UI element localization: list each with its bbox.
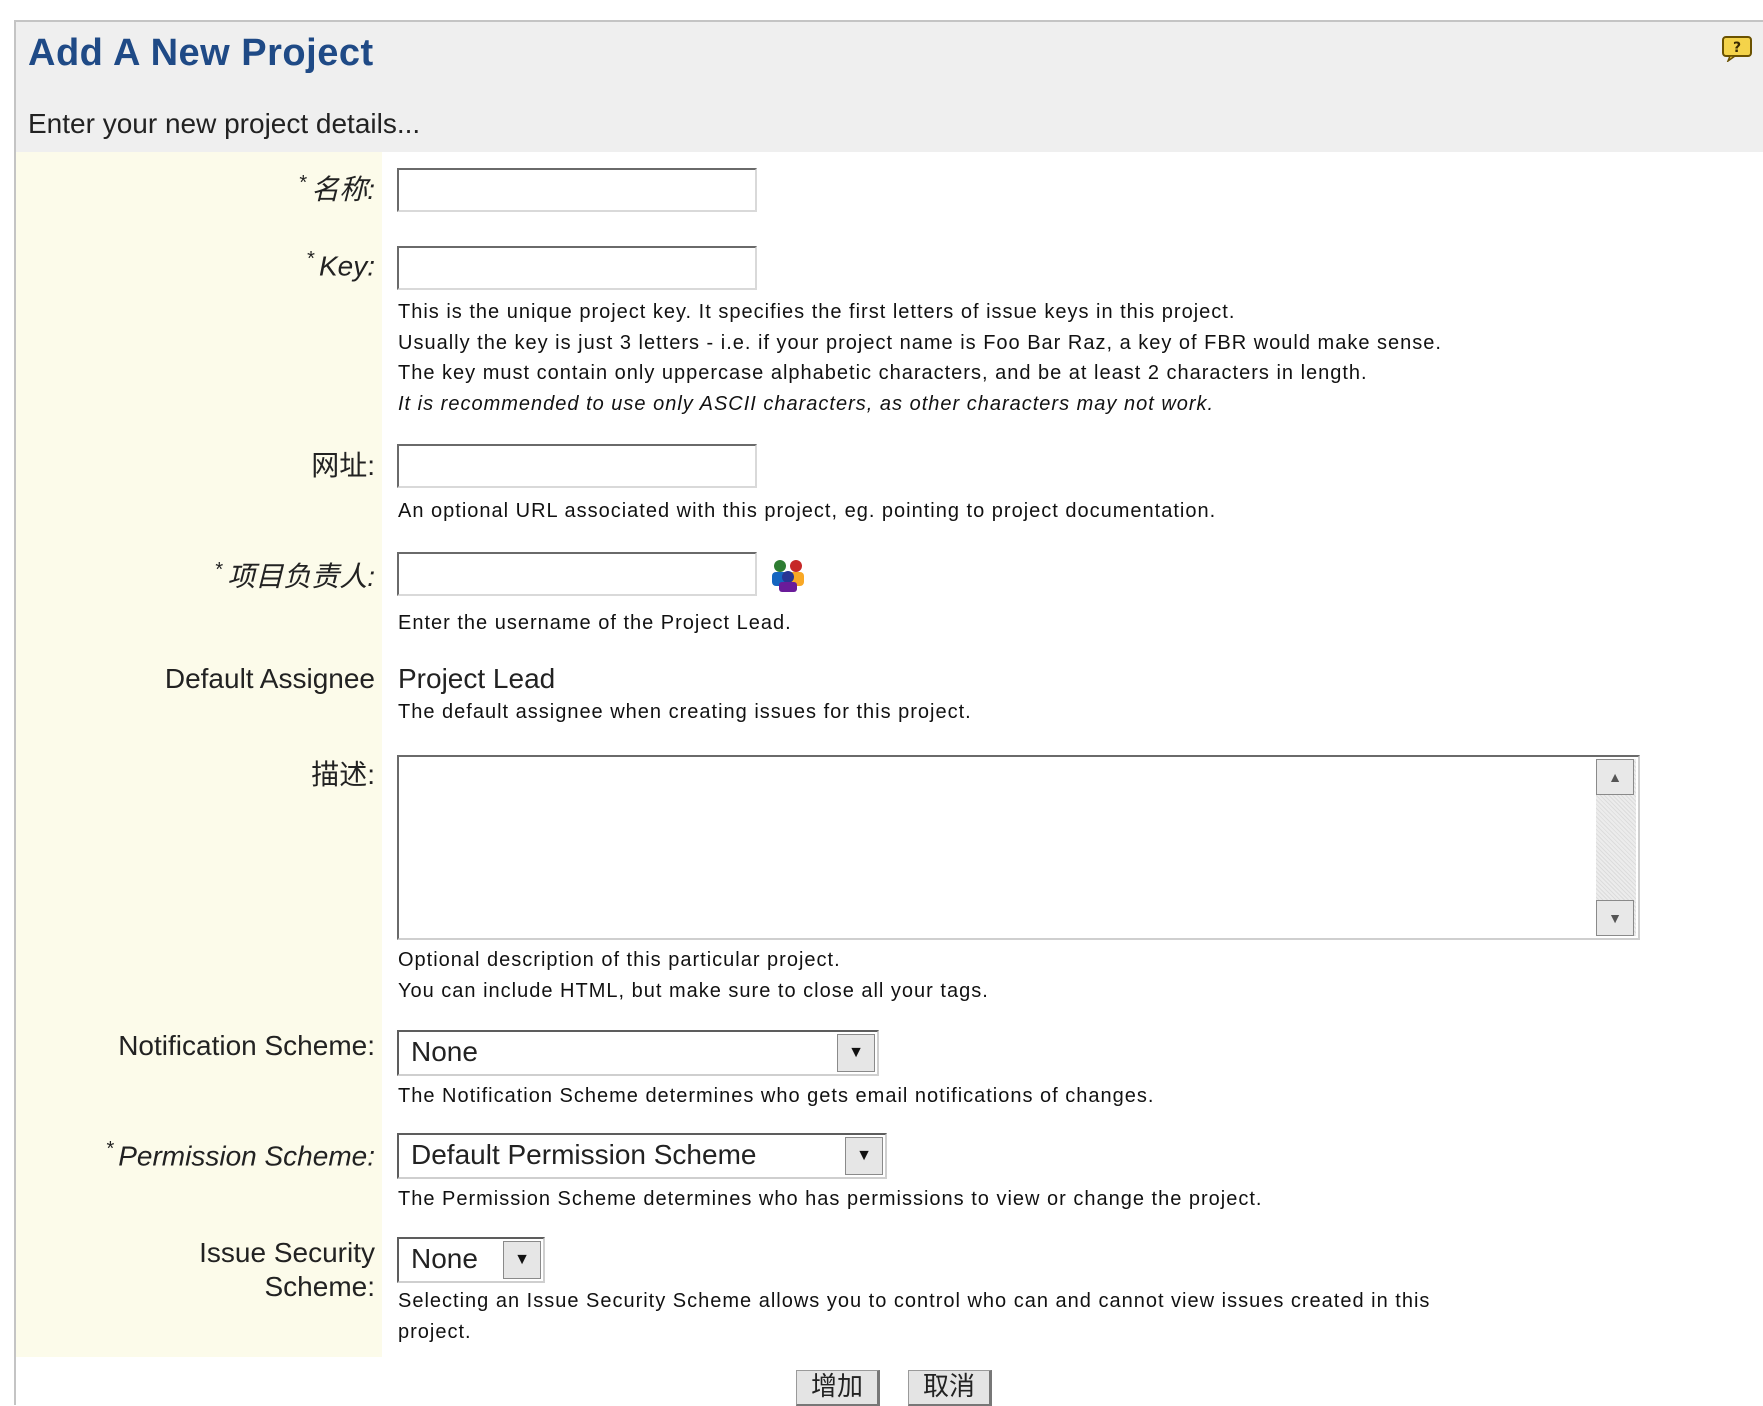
scroll-down-icon[interactable]: ▼ [1596,900,1634,936]
cancel-button[interactable]: 取消 [908,1370,993,1406]
notification-select[interactable]: None ▼ [397,1030,879,1076]
permission-select[interactable]: Default Permission Scheme ▼ [397,1133,887,1179]
page-subtitle: Enter your new project details... [28,108,421,139]
help-icon[interactable]: ? [1722,36,1752,62]
permission-hint: The Permission Scheme determines who has… [398,1188,1263,1210]
key-hint-2: Usually the key is just 3 letters - i.e.… [398,332,1442,354]
key-label: * Key: [307,248,375,282]
security-hint-1: Selecting an Issue Security Scheme allow… [398,1290,1431,1312]
permission-label: * Permission Scheme: [106,1138,375,1172]
notification-hint: The Notification Scheme determines who g… [398,1085,1155,1107]
scroll-up-icon[interactable]: ▲ [1596,759,1634,795]
page-title: Add A New Project [28,32,374,74]
add-button[interactable]: 增加 [796,1370,881,1406]
description-label: 描述: [311,759,375,790]
description-scrollbar[interactable]: ▲ ▼ [1596,759,1636,936]
key-hint-1: This is the unique project key. It speci… [398,301,1236,323]
user-picker-icon[interactable] [767,558,811,594]
security-label-line2: Scheme: [264,1271,376,1302]
name-input[interactable] [397,168,757,212]
description-textarea[interactable]: ▲ ▼ [397,755,1640,940]
security-label-line1: Issue Security [199,1237,375,1268]
lead-hint: Enter the username of the Project Lead. [398,612,792,634]
key-hint-3: The key must contain only uppercase alph… [398,362,1368,384]
security-hint-2: project. [398,1321,472,1343]
assignee-label: Default Assignee [164,663,375,694]
dropdown-arrow-icon[interactable]: ▼ [503,1241,541,1279]
key-input[interactable] [397,246,757,290]
lead-input[interactable] [397,552,757,596]
description-hint-2: You can include HTML, but make sure to c… [398,980,989,1002]
url-input[interactable] [397,444,757,488]
assignee-value: Project Lead [398,663,556,694]
key-hint-4: It is recommended to use only ASCII char… [398,393,1215,415]
lead-label: * 项目负责人: [215,558,375,592]
url-label: 网址: [311,450,375,481]
name-label: * 名称: [299,171,375,205]
security-select[interactable]: None ▼ [397,1237,545,1283]
svg-text:?: ? [1733,40,1741,56]
description-hint-1: Optional description of this particular … [398,949,841,971]
url-hint: An optional URL associated with this pro… [398,500,1217,522]
dropdown-arrow-icon[interactable]: ▼ [845,1137,883,1175]
dropdown-arrow-icon[interactable]: ▼ [837,1034,875,1072]
assignee-hint: The default assignee when creating issue… [398,701,972,723]
notification-label: Notification Scheme: [118,1030,375,1061]
